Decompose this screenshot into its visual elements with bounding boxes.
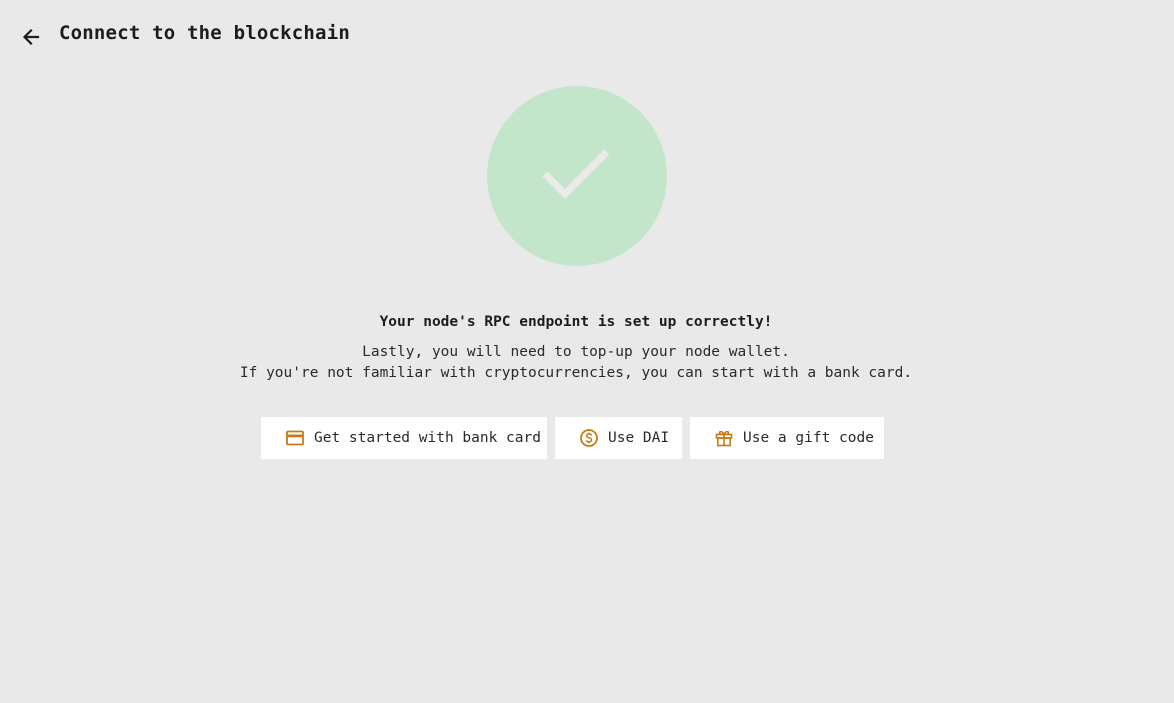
gift-code-button[interactable]: Use a gift code xyxy=(690,417,884,459)
use-dai-button-label: Use DAI xyxy=(608,430,670,446)
checkmark-icon xyxy=(542,149,610,199)
dollar-coin-icon xyxy=(579,428,599,448)
bank-card-button-label: Get started with bank card xyxy=(314,430,541,446)
success-indicator xyxy=(487,86,667,266)
action-buttons: Get started with bank card Use DAI Use a… xyxy=(261,417,884,459)
status-heading: Your node's RPC endpoint is set up corre… xyxy=(379,314,773,330)
arrow-left-icon xyxy=(22,28,40,46)
back-button[interactable] xyxy=(18,24,44,50)
status-description-line2: If you're not familiar with cryptocurren… xyxy=(239,365,913,381)
bank-card-button[interactable]: Get started with bank card xyxy=(261,417,547,459)
status-description-line1: Lastly, you will need to top-up your nod… xyxy=(362,344,790,360)
credit-card-icon xyxy=(285,428,305,448)
use-dai-button[interactable]: Use DAI xyxy=(555,417,682,459)
gift-code-button-label: Use a gift code xyxy=(743,430,874,446)
header: Connect to the blockchain xyxy=(0,0,1174,72)
gift-icon xyxy=(714,428,734,448)
page-title: Connect to the blockchain xyxy=(59,22,350,44)
